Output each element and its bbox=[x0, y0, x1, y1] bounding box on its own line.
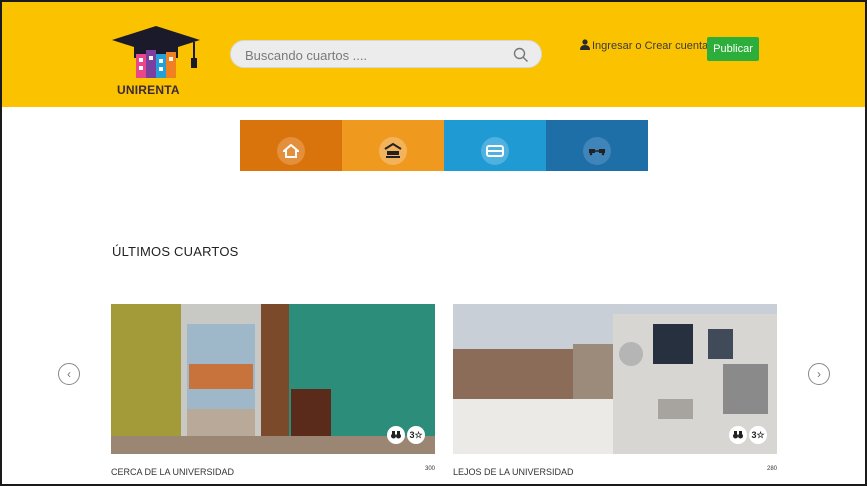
brand-name: UNIRENTA bbox=[117, 83, 180, 97]
carousel-prev-button[interactable]: ‹ bbox=[58, 363, 80, 385]
category-vehicles[interactable] bbox=[546, 120, 648, 171]
rating-value: 3 bbox=[409, 430, 415, 440]
rating-value: 3 bbox=[751, 430, 757, 440]
listing-photo[interactable]: 3 ☆ bbox=[453, 304, 777, 454]
listing-card[interactable]: 3 ☆ CERCA DE LA UNIVERSIDAD 300 bbox=[111, 304, 435, 477]
listing-badges: 3 ☆ bbox=[729, 426, 767, 444]
category-room[interactable] bbox=[342, 120, 444, 171]
category-home[interactable] bbox=[240, 120, 342, 171]
listing-price: 280 bbox=[766, 466, 777, 472]
chevron-right-icon: › bbox=[817, 367, 821, 381]
brand-logo[interactable]: UNIRENTA bbox=[108, 24, 203, 97]
search-bar[interactable] bbox=[230, 40, 542, 68]
publish-button[interactable]: Publicar bbox=[707, 37, 759, 61]
listing-badges: 3 ☆ bbox=[387, 426, 425, 444]
login-link[interactable]: Ingresar o Crear cuenta bbox=[580, 39, 708, 53]
user-icon bbox=[580, 39, 590, 53]
binoculars-icon bbox=[387, 426, 405, 444]
graduation-cap-logo-icon bbox=[112, 26, 200, 78]
listing-title[interactable]: LEJOS DE LA UNIVERSIDAD bbox=[453, 467, 574, 477]
bed-icon bbox=[481, 137, 509, 165]
bed-room-icon bbox=[379, 137, 407, 165]
binoculars-icon bbox=[729, 426, 747, 444]
search-input[interactable] bbox=[245, 45, 515, 65]
listing-price: 300 bbox=[424, 466, 435, 472]
home-icon bbox=[277, 137, 305, 165]
listing-card[interactable]: 3 ☆ LEJOS DE LA UNIVERSIDAD 280 bbox=[453, 304, 777, 477]
carousel-next-button[interactable]: › bbox=[808, 363, 830, 385]
chevron-left-icon: ‹ bbox=[67, 367, 71, 381]
site-header: UNIRENTA Ingresar o Crear cuenta Publica… bbox=[2, 2, 865, 107]
category-bed[interactable] bbox=[444, 120, 546, 171]
listing-photo[interactable]: 3 ☆ bbox=[111, 304, 435, 454]
login-label: Ingresar o Crear cuenta bbox=[592, 40, 709, 52]
section-title: ÚLTIMOS CUARTOS bbox=[112, 244, 239, 259]
rating-badge: 3 ☆ bbox=[407, 426, 425, 444]
search-icon[interactable] bbox=[513, 47, 529, 68]
listing-title[interactable]: CERCA DE LA UNIVERSIDAD bbox=[111, 467, 234, 477]
rating-badge: 3 ☆ bbox=[749, 426, 767, 444]
vehicles-icon bbox=[583, 137, 611, 165]
category-bar bbox=[240, 120, 648, 171]
